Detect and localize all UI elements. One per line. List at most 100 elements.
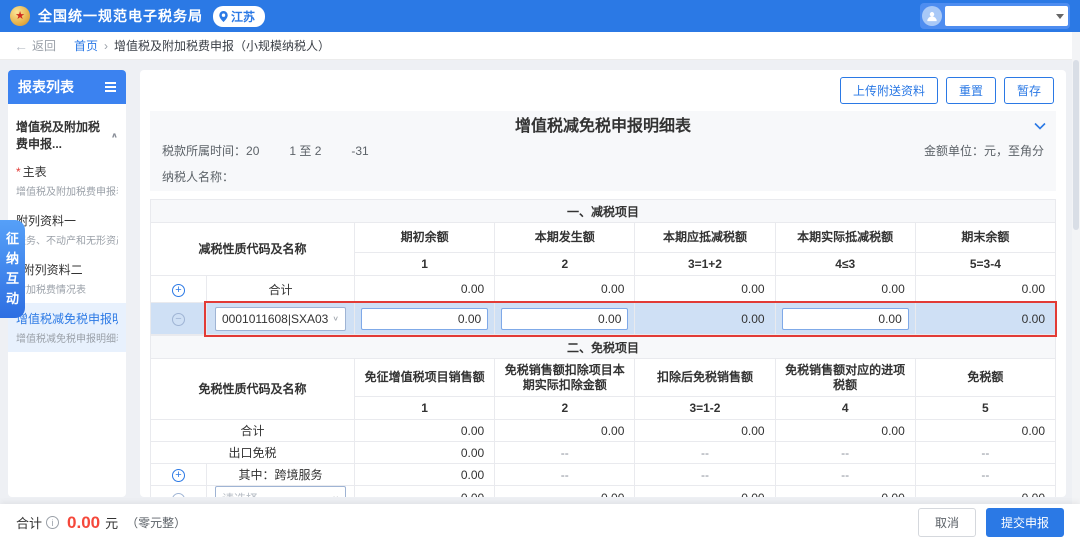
cell-value: -- xyxy=(495,464,635,486)
section-title-row: 二、免税项目 xyxy=(151,336,1056,359)
col-header: 免税销售额对应的进项税额 xyxy=(775,359,915,397)
cell-value: 0.00 xyxy=(355,420,495,442)
exemption-section-title: 二、免税项目 xyxy=(151,336,1056,359)
row-label: 其中：跨境服务 xyxy=(207,464,355,486)
cell-value: 0.00 xyxy=(915,276,1055,303)
col-formula: 5=3-4 xyxy=(915,253,1055,276)
sidebar-item-sub: 增值税及附加税费申报表 xyxy=(16,183,118,198)
region-badge-label: 江苏 xyxy=(231,8,255,25)
floating-tab-char: 动 xyxy=(0,289,25,309)
col-header: 本期应抵减税额 xyxy=(635,223,775,253)
form-title: 增值税减免税申报明细表 xyxy=(162,116,1044,138)
top-bar: ★ 全国统一规范电子税务局 江苏 xyxy=(0,0,1080,32)
collapse-menu-icon[interactable] xyxy=(105,82,116,92)
col-header: 免税额 xyxy=(915,359,1055,397)
col-header: 扣除后免税销售额 xyxy=(635,359,775,397)
cell-value: 0.00 xyxy=(495,486,635,498)
actual-offset-input[interactable] xyxy=(782,308,909,330)
breadcrumb: ← 返回 首页 › 增值税及附加税费申报（小规模纳税人） xyxy=(0,32,1080,60)
cell-value: 0.00 xyxy=(775,486,915,498)
breadcrumb-home[interactable]: 首页 xyxy=(74,37,98,54)
cell-value: 0.00 xyxy=(635,486,775,498)
breadcrumb-separator: › xyxy=(104,39,108,53)
user-account-box[interactable] xyxy=(920,3,1070,29)
cell-value: -- xyxy=(915,442,1055,464)
reduction-table: 一、减税项目 减税性质代码及名称 期初余额 本期发生额 本期应抵减税额 本期实际… xyxy=(150,199,1056,335)
back-arrow-icon[interactable]: ← xyxy=(14,38,28,54)
opening-balance-input[interactable] xyxy=(361,308,488,330)
user-avatar-icon xyxy=(922,6,942,26)
header-row: 减税性质代码及名称 期初余额 本期发生额 本期应抵减税额 本期实际抵减税额 期末… xyxy=(151,223,1056,253)
info-icon[interactable]: i xyxy=(46,516,59,529)
taxpayer-name-label: 纳税人名称： xyxy=(162,168,1044,185)
cell-value: -- xyxy=(495,442,635,464)
col-formula: 4 xyxy=(775,397,915,420)
sidebar-group-header[interactable]: 增值税及附加税费申报... ∧ xyxy=(8,104,126,156)
sidebar-item-reduction-detail[interactable]: 增值税减免税申报明... 增值税减免税申报明细表 xyxy=(8,303,126,352)
footer-amount-words: （零元整） xyxy=(126,514,186,531)
add-row-icon[interactable]: + xyxy=(172,284,185,297)
cell-value: -- xyxy=(775,442,915,464)
back-link[interactable]: 返回 xyxy=(32,37,56,54)
user-name-field[interactable] xyxy=(945,6,1068,26)
form-header: 增值税减免税申报明细表 税款所属时间：20 1 至 2 -31 金额单位：元，至… xyxy=(150,111,1056,191)
remove-row-icon[interactable]: − xyxy=(172,493,185,498)
form-toolbar: 上传附送资料 重置 暂存 xyxy=(150,70,1056,111)
table-row: + 合计 0.00 0.00 0.00 0.00 0.00 xyxy=(151,276,1056,303)
remove-row-icon[interactable]: − xyxy=(172,313,185,326)
header-row: 免税性质代码及名称 免征增值税项目销售额 免税销售额扣除项目本期实际扣除金额 扣… xyxy=(151,359,1056,397)
collapse-form-chevron-icon[interactable] xyxy=(1034,117,1046,135)
chevron-down-icon xyxy=(1056,14,1064,19)
sidebar-group-label: 增值税及附加税费申报... xyxy=(16,118,111,152)
col-formula: 2 xyxy=(495,397,635,420)
highlighted-detail-row: − 0001011608|SXA03190112... ∨ 0.00 0.00 xyxy=(151,303,1056,335)
cell-value: -- xyxy=(635,464,775,486)
sidebar-item-sub: 增值税减免税申报明细表 xyxy=(16,330,118,345)
col-formula: 4≤3 xyxy=(775,253,915,276)
location-pin-icon xyxy=(219,11,228,22)
sidebar-item-label: 附列资料二 xyxy=(23,263,83,277)
col-header: 期初余额 xyxy=(355,223,495,253)
cell-value: 0.00 xyxy=(635,303,775,335)
breadcrumb-current: 增值税及附加税费申报（小规模纳税人） xyxy=(114,37,330,54)
tax-interaction-floating-tab[interactable]: 征 纳 互 动 xyxy=(0,220,25,318)
sidebar-item-appendix-2[interactable]: *附列资料二 附加税费情况表 xyxy=(8,254,126,303)
sidebar-title: 报表列表 xyxy=(18,77,74,97)
footer-unit: 元 xyxy=(105,513,118,532)
col-header: 免征增值税项目销售额 xyxy=(355,359,495,397)
footer-total-label: 合计 xyxy=(16,513,42,532)
col-formula: 5 xyxy=(915,397,1055,420)
exemption-table-wrap: 二、免税项目 免税性质代码及名称 免征增值税项目销售额 免税销售额扣除项目本期实… xyxy=(150,335,1056,497)
sidebar-item-label: 主表 xyxy=(23,165,47,179)
region-badge[interactable]: 江苏 xyxy=(213,6,265,27)
submit-declaration-button[interactable]: 提交申报 xyxy=(986,508,1064,537)
sidebar-item-main-form[interactable]: *主表 增值税及附加税费申报表 xyxy=(8,156,126,205)
row-label: 出口免税 xyxy=(151,442,355,464)
col-header: 本期实际抵减税额 xyxy=(775,223,915,253)
app-title: 全国统一规范电子税务局 xyxy=(38,6,203,26)
table-row: + 其中：跨境服务 0.00 -- -- -- -- xyxy=(151,464,1056,486)
tax-period-value: 20 1 至 2 -31 xyxy=(246,144,369,158)
exemption-code-select[interactable]: 请选择 ∨ xyxy=(215,486,346,497)
page-scrollbar[interactable] xyxy=(1072,32,1080,541)
reduction-section-title: 一、减税项目 xyxy=(151,200,1056,223)
reduction-code-select[interactable]: 0001011608|SXA03190112... ∨ xyxy=(215,307,346,331)
form-main-panel: 上传附送资料 重置 暂存 增值税减免税申报明细表 税款所属时间：20 1 至 2… xyxy=(140,70,1066,497)
cell-value: -- xyxy=(635,442,775,464)
col-formula: 3=1+2 xyxy=(635,253,775,276)
upload-attachments-button[interactable]: 上传附送资料 xyxy=(840,77,938,104)
current-period-input[interactable] xyxy=(501,308,628,330)
cell-value: 0.00 xyxy=(915,486,1055,498)
floating-tab-char: 纳 xyxy=(0,249,25,269)
cancel-button[interactable]: 取消 xyxy=(918,508,976,537)
col-formula: 1 xyxy=(355,397,495,420)
add-row-icon[interactable]: + xyxy=(172,469,185,482)
col-formula: 1 xyxy=(355,253,495,276)
sidebar-item-sub: 服务、不动产和无形资产扣.. xyxy=(16,232,118,247)
scrollbar-thumb[interactable] xyxy=(1073,60,1079,230)
save-draft-button[interactable]: 暂存 xyxy=(1004,77,1054,104)
reset-button[interactable]: 重置 xyxy=(946,77,996,104)
sidebar-item-appendix-1[interactable]: 附列资料一 服务、不动产和无形资产扣.. xyxy=(8,205,126,254)
cell-value: 0.00 xyxy=(915,303,1055,335)
floating-tab-char: 征 xyxy=(0,229,25,249)
